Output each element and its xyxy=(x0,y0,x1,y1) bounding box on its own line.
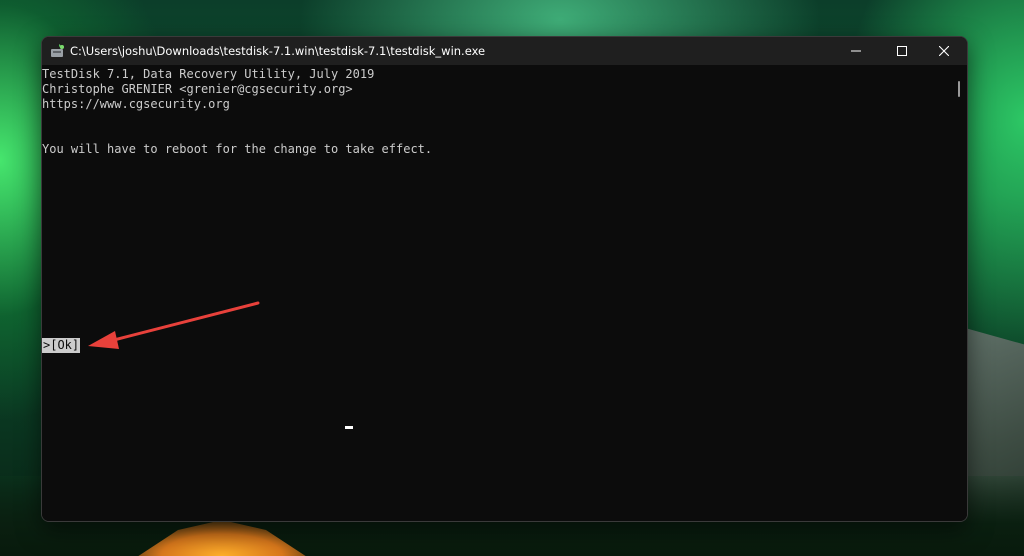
minimize-icon xyxy=(851,50,861,52)
maximize-button[interactable] xyxy=(879,37,925,65)
header-line-website: https://www.cgsecurity.org xyxy=(42,97,230,111)
header-line-product: TestDisk 7.1, Data Recovery Utility, Jul… xyxy=(42,67,375,81)
maximize-icon xyxy=(897,46,907,56)
window-titlebar[interactable]: C:\Users\joshu\Downloads\testdisk-7.1.wi… xyxy=(42,37,967,65)
close-icon xyxy=(939,46,949,56)
scrollbar-thumb[interactable] xyxy=(958,81,960,97)
testdisk-app-icon xyxy=(51,44,64,57)
header-line-author: Christophe GRENIER <grenier@cgsecurity.o… xyxy=(42,82,353,96)
reboot-message: You will have to reboot for the change t… xyxy=(42,142,433,156)
minimize-button[interactable] xyxy=(833,37,879,65)
window-title: C:\Users\joshu\Downloads\testdisk-7.1.wi… xyxy=(70,44,486,58)
console-window: C:\Users\joshu\Downloads\testdisk-7.1.wi… xyxy=(41,36,968,522)
terminal-output[interactable]: TestDisk 7.1, Data Recovery Utility, Jul… xyxy=(42,65,967,521)
close-button[interactable] xyxy=(921,37,967,65)
text-cursor xyxy=(345,426,353,429)
ok-button[interactable]: >[Ok] xyxy=(42,338,81,353)
